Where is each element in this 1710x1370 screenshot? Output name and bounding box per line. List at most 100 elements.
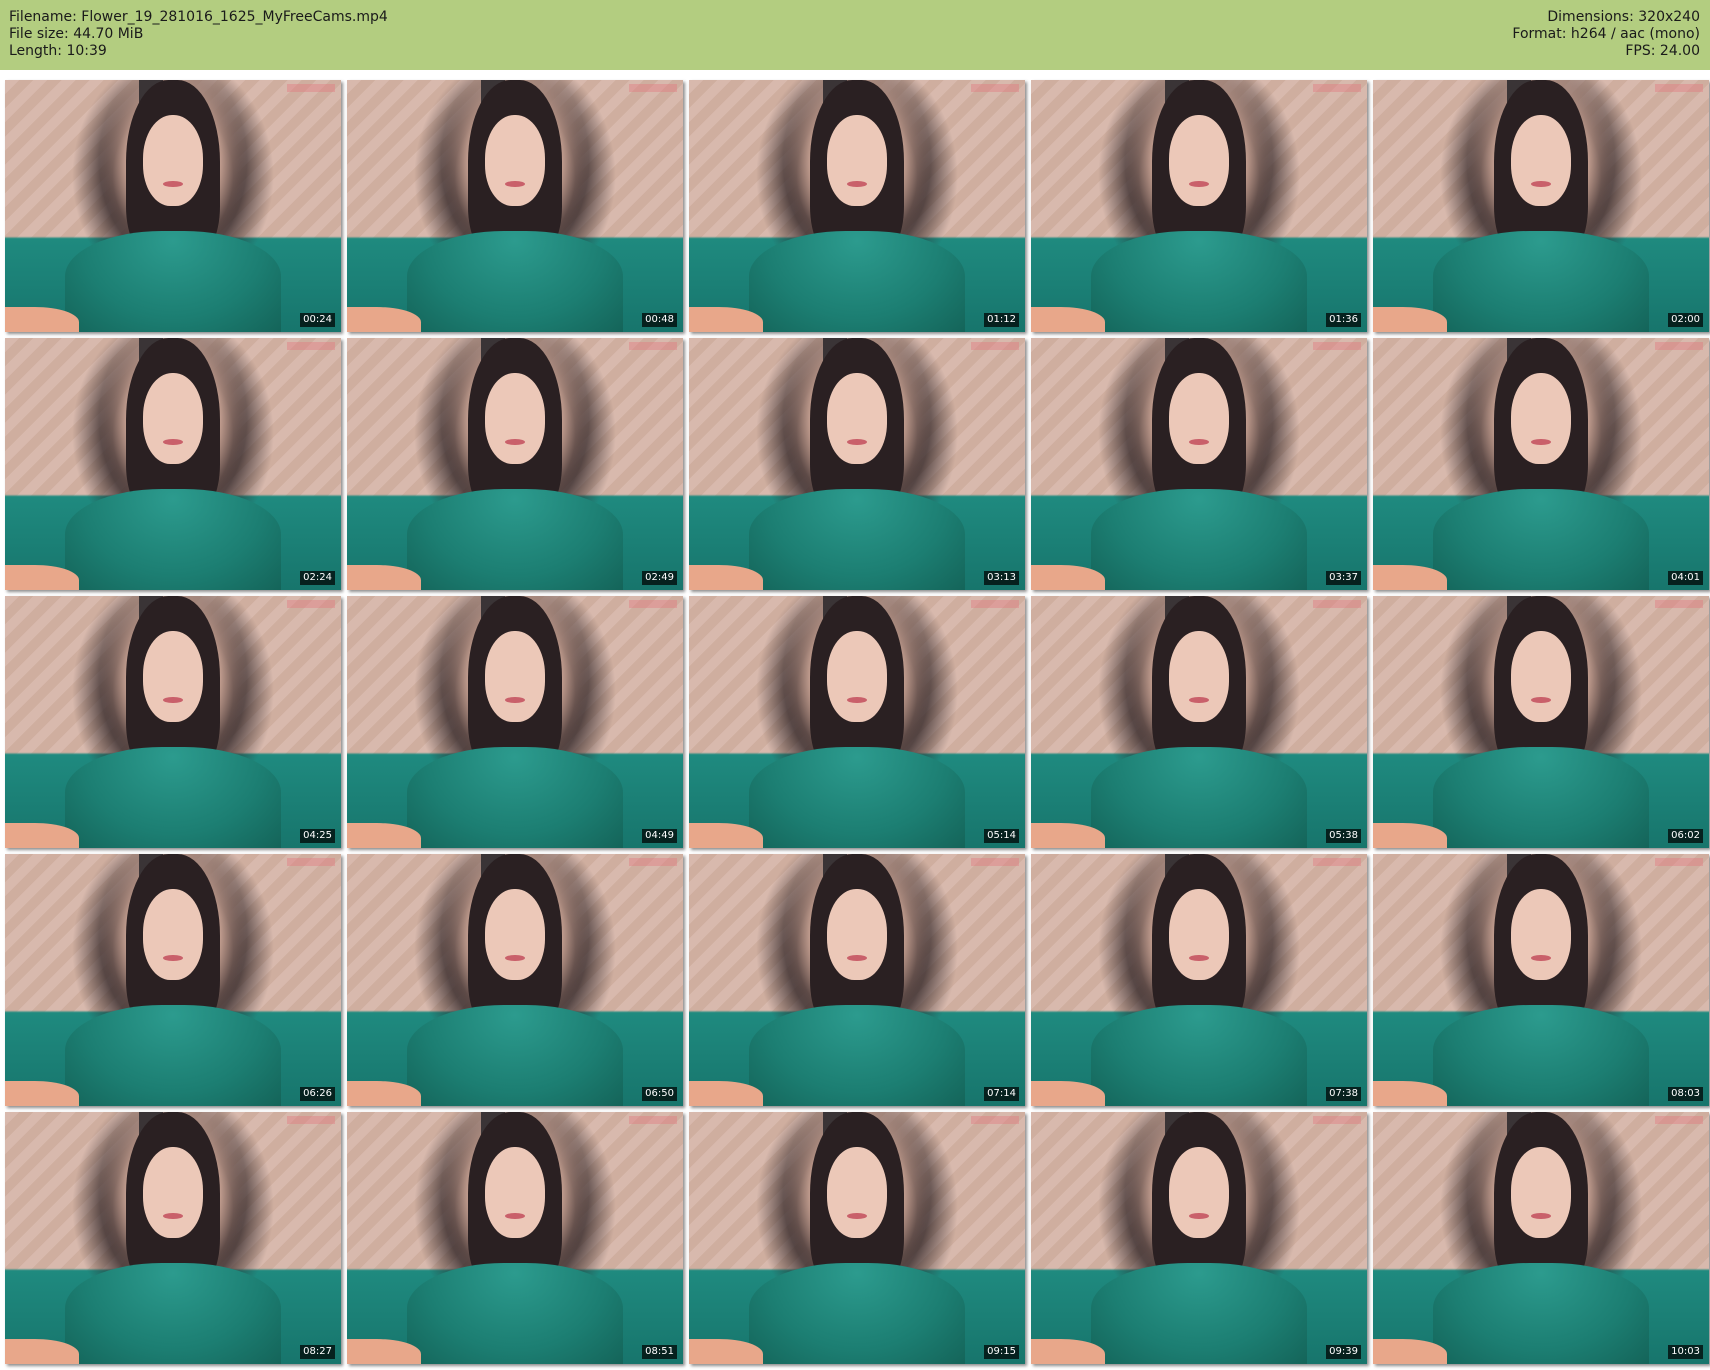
watermark [1313, 84, 1361, 92]
video-thumbnail: 08:51 [347, 1112, 683, 1364]
lips-shape [1530, 954, 1552, 962]
video-thumbnail: 00:24 [5, 80, 341, 332]
timestamp-label: 02:24 [300, 571, 335, 585]
video-thumbnail: 06:02 [1373, 596, 1709, 848]
shirt-shape [1091, 1263, 1307, 1364]
watermark [629, 600, 677, 608]
filename-text: Filename: Flower_19_281016_1625_MyFreeCa… [9, 9, 388, 25]
watermark [1313, 1116, 1361, 1124]
timestamp-label: 00:24 [300, 313, 335, 327]
shirt-shape [407, 747, 623, 848]
lips-shape [162, 180, 184, 188]
video-thumbnail: 07:38 [1031, 854, 1367, 1106]
timestamp-label: 01:12 [984, 313, 1019, 327]
dimensions-text: Dimensions: 320x240 [1547, 9, 1700, 25]
face-shape [826, 1147, 888, 1238]
face-shape [142, 1147, 204, 1238]
lips-shape [1530, 438, 1552, 446]
watermark [629, 342, 677, 350]
shirt-shape [1433, 1005, 1649, 1106]
shirt-shape [65, 1263, 281, 1364]
fps-text: FPS: 24.00 [1625, 43, 1700, 59]
video-thumbnail: 06:26 [5, 854, 341, 1106]
timestamp-label: 06:02 [1668, 829, 1703, 843]
shirt-shape [407, 231, 623, 332]
face-shape [1510, 373, 1572, 464]
shirt-shape [749, 231, 965, 332]
video-thumbnail: 04:49 [347, 596, 683, 848]
face-shape [1510, 631, 1572, 722]
shirt-shape [65, 489, 281, 590]
face-shape [484, 115, 546, 206]
lips-shape [504, 696, 526, 704]
watermark [1655, 342, 1703, 350]
watermark [629, 1116, 677, 1124]
lips-shape [1530, 696, 1552, 704]
file-size-text: File size: 44.70 MiB [9, 26, 144, 42]
lips-shape [504, 180, 526, 188]
face-shape [484, 889, 546, 980]
timestamp-label: 04:01 [1668, 571, 1703, 585]
timestamp-label: 04:49 [642, 829, 677, 843]
watermark [287, 84, 335, 92]
header-left-info: Filename: Flower_19_281016_1625_MyFreeCa… [9, 9, 388, 60]
video-thumbnail: 04:01 [1373, 338, 1709, 590]
shirt-shape [1091, 1005, 1307, 1106]
shirt-shape [749, 489, 965, 590]
video-thumbnail: 04:25 [5, 596, 341, 848]
lips-shape [162, 954, 184, 962]
lips-shape [1188, 180, 1210, 188]
shirt-shape [1433, 489, 1649, 590]
timestamp-label: 07:14 [984, 1087, 1019, 1101]
watermark [971, 1116, 1019, 1124]
face-shape [142, 373, 204, 464]
shirt-shape [749, 1005, 965, 1106]
face-shape [142, 115, 204, 206]
lips-shape [162, 696, 184, 704]
shirt-shape [1433, 231, 1649, 332]
face-shape [484, 631, 546, 722]
timestamp-label: 09:39 [1326, 1345, 1361, 1359]
watermark [971, 342, 1019, 350]
shirt-shape [407, 1005, 623, 1106]
video-thumbnail: 02:49 [347, 338, 683, 590]
face-shape [826, 889, 888, 980]
lips-shape [504, 1212, 526, 1220]
lips-shape [162, 438, 184, 446]
timestamp-label: 10:03 [1668, 1345, 1703, 1359]
video-thumbnail: 03:13 [689, 338, 1025, 590]
timestamp-label: 08:03 [1668, 1087, 1703, 1101]
face-shape [142, 889, 204, 980]
lips-shape [846, 180, 868, 188]
shirt-shape [1433, 747, 1649, 848]
video-thumbnail: 05:14 [689, 596, 1025, 848]
face-shape [826, 373, 888, 464]
lips-shape [1530, 180, 1552, 188]
shirt-shape [1091, 231, 1307, 332]
video-thumbnail: 01:12 [689, 80, 1025, 332]
video-thumbnail: 10:03 [1373, 1112, 1709, 1364]
face-shape [1168, 889, 1230, 980]
timestamp-label: 03:13 [984, 571, 1019, 585]
lips-shape [1530, 1212, 1552, 1220]
video-thumbnail: 02:24 [5, 338, 341, 590]
lips-shape [162, 1212, 184, 1220]
face-shape [1168, 115, 1230, 206]
lips-shape [1188, 954, 1210, 962]
face-shape [1168, 631, 1230, 722]
shirt-shape [749, 1263, 965, 1364]
lips-shape [1188, 438, 1210, 446]
lips-shape [504, 954, 526, 962]
timestamp-label: 06:50 [642, 1087, 677, 1101]
timestamp-label: 02:00 [1668, 313, 1703, 327]
timestamp-label: 00:48 [642, 313, 677, 327]
video-thumbnail: 09:15 [689, 1112, 1025, 1364]
watermark [1655, 84, 1703, 92]
video-thumbnail: 09:39 [1031, 1112, 1367, 1364]
lips-shape [1188, 1212, 1210, 1220]
timestamp-label: 05:38 [1326, 829, 1361, 843]
face-shape [142, 631, 204, 722]
watermark [287, 342, 335, 350]
format-text: Format: h264 / aac (mono) [1512, 26, 1700, 42]
timestamp-label: 07:38 [1326, 1087, 1361, 1101]
